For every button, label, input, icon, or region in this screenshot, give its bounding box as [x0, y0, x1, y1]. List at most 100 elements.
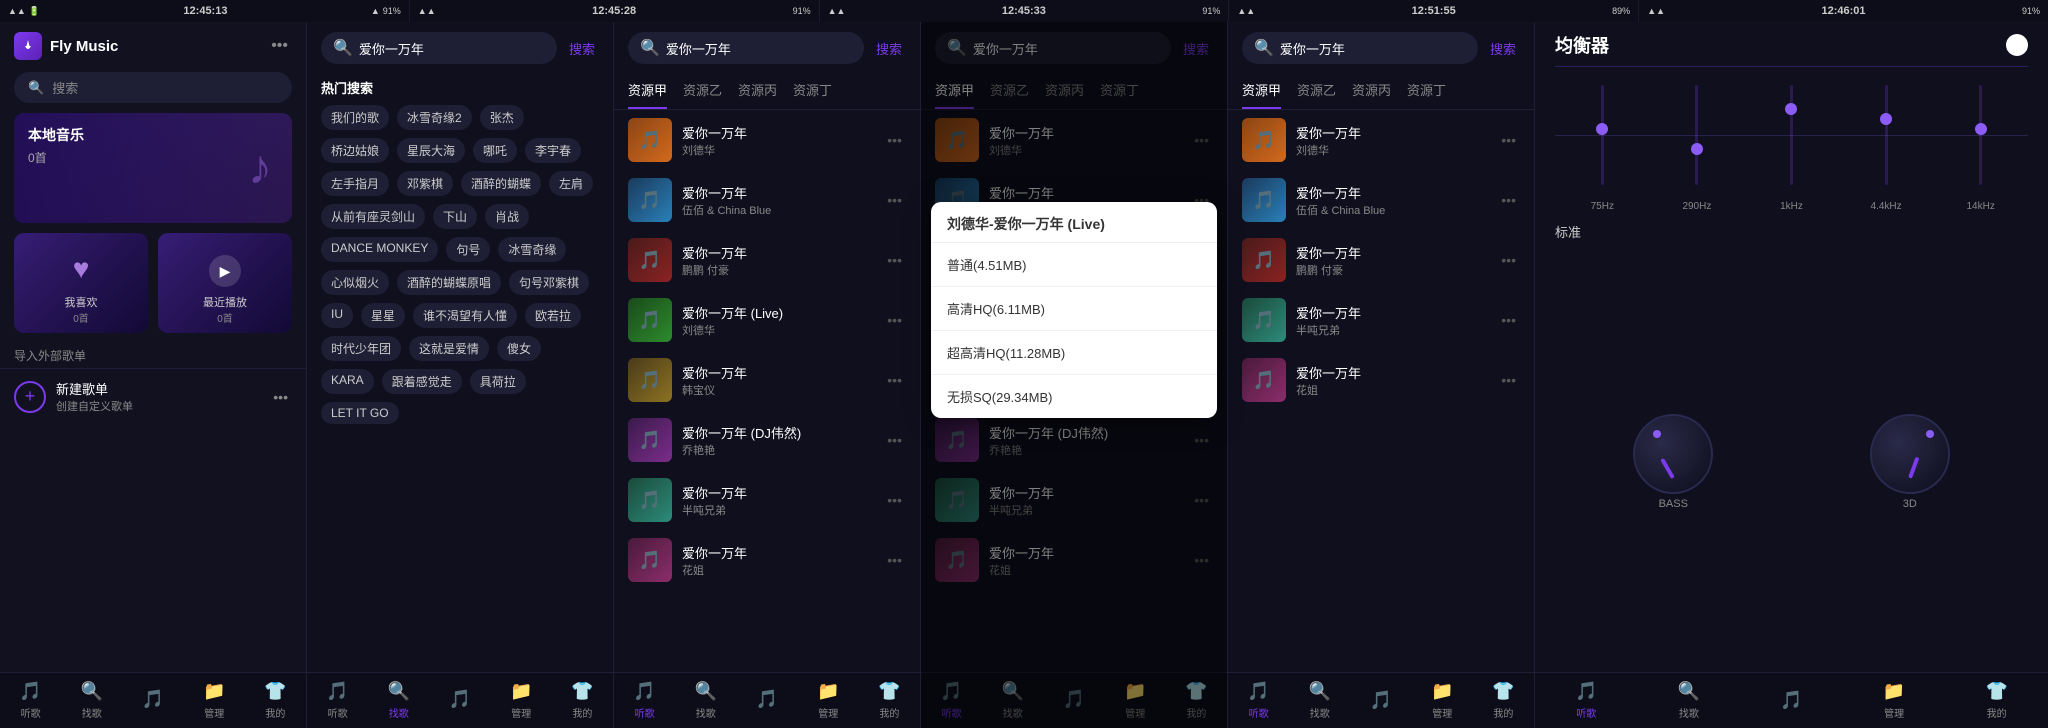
- song-more-button[interactable]: •••: [1497, 248, 1520, 272]
- hot-tag-item[interactable]: 句号: [446, 237, 490, 262]
- search-field-4[interactable]: [973, 41, 1159, 56]
- hot-tag-item[interactable]: 时代少年团: [321, 336, 401, 361]
- search-field-3[interactable]: [666, 41, 852, 56]
- hot-tag-item[interactable]: 具荷拉: [470, 369, 526, 394]
- hot-tag-item[interactable]: 酒醉的蝴蝶: [461, 171, 541, 196]
- song-more-button[interactable]: •••: [883, 428, 906, 452]
- nav-listen-3[interactable]: 🎵 听歌: [614, 677, 675, 724]
- song-item[interactable]: 🎵爱你一万年 (DJ伟然)乔艳艳•••: [614, 410, 920, 470]
- song-item[interactable]: 🎵爱你一万年花姐•••: [921, 530, 1227, 590]
- eq-track-3[interactable]: [1790, 85, 1793, 185]
- song-more-button[interactable]: •••: [1497, 368, 1520, 392]
- nav-mine-1[interactable]: 👕 我的: [245, 677, 306, 724]
- nav-listen-eq[interactable]: 🎵 听歌: [1535, 677, 1638, 724]
- tab-资源乙[interactable]: 资源乙: [683, 80, 722, 109]
- hot-tag-item[interactable]: 左肩: [549, 171, 593, 196]
- song-more-button[interactable]: •••: [883, 488, 906, 512]
- hot-tag-item[interactable]: IU: [321, 303, 353, 328]
- tab-资源乙[interactable]: 资源乙: [1297, 80, 1336, 109]
- import-playlist[interactable]: 导入外部歌单: [0, 343, 306, 368]
- nav-manage-eq[interactable]: 📁 管理: [1843, 677, 1946, 724]
- nav-manage-4[interactable]: 📁 管理: [1105, 677, 1166, 724]
- hot-tag-item[interactable]: 肖战: [485, 204, 529, 229]
- nav-listen-1[interactable]: 🎵 听歌: [0, 677, 61, 724]
- nav-find-2[interactable]: 🔍 找歌: [368, 677, 429, 724]
- eq-track-4[interactable]: [1885, 85, 1888, 185]
- song-more-button[interactable]: •••: [883, 308, 906, 332]
- search-field-2[interactable]: [359, 41, 545, 56]
- tab-资源丁[interactable]: 资源丁: [1407, 80, 1446, 109]
- song-item[interactable]: 🎵爱你一万年刘德华•••: [1228, 110, 1534, 170]
- tab-资源丙[interactable]: 资源丙: [1352, 80, 1391, 109]
- song-item[interactable]: 🎵爱你一万年伍佰 & China Blue•••: [614, 170, 920, 230]
- nav-listen-2[interactable]: 🎵 听歌: [307, 677, 368, 724]
- hot-tag-item[interactable]: 我们的歌: [321, 105, 389, 130]
- hot-tag-item[interactable]: 欧若拉: [525, 303, 581, 328]
- hot-tag-item[interactable]: 下山: [433, 204, 477, 229]
- song-item[interactable]: 🎵爱你一万年半吨兄弟•••: [1228, 290, 1534, 350]
- local-music-card[interactable]: ♪ 本地音乐 0首: [14, 113, 292, 223]
- hot-tag-item[interactable]: 邓紫棋: [397, 171, 453, 196]
- nav-manage-1[interactable]: 📁 管理: [184, 677, 245, 724]
- recent-playlist[interactable]: ▶ 最近播放 0首: [158, 233, 292, 333]
- quality-option-normal[interactable]: 普通(4.51MB): [931, 243, 1217, 287]
- eq-thumb-4[interactable]: [1880, 113, 1892, 125]
- search-field-5[interactable]: [1280, 41, 1466, 56]
- song-item[interactable]: 🎵爱你一万年半吨兄弟•••: [614, 470, 920, 530]
- tab-资源丁[interactable]: 资源丁: [793, 80, 832, 109]
- nav-find-4[interactable]: 🔍 找歌: [982, 677, 1043, 724]
- eq-thumb-5[interactable]: [1975, 123, 1987, 135]
- search-input-4[interactable]: 🔍: [935, 32, 1171, 64]
- hot-tag-item[interactable]: DANCE MONKEY: [321, 237, 438, 262]
- tab-资源乙[interactable]: 资源乙: [990, 80, 1029, 109]
- nav-mine-eq[interactable]: 👕 我的: [1945, 677, 2048, 724]
- nav-manage-2[interactable]: 📁 管理: [491, 677, 552, 724]
- nav-listen-4[interactable]: 🎵 听歌: [921, 677, 982, 724]
- hot-tag-item[interactable]: 李宇春: [525, 138, 581, 163]
- song-item[interactable]: 🎵爱你一万年刘德华•••: [614, 110, 920, 170]
- eq-track-2[interactable]: [1695, 85, 1698, 185]
- nav-logo-3[interactable]: 🎵: [736, 685, 797, 717]
- more-options-button[interactable]: •••: [267, 33, 292, 59]
- hot-tag-item[interactable]: 冰雪奇缘2: [397, 105, 472, 130]
- nav-listen-5[interactable]: 🎵 听歌: [1228, 677, 1289, 724]
- new-playlist-button[interactable]: + 新建歌单 创建自定义歌单 •••: [0, 368, 306, 424]
- hot-tag-item[interactable]: 桥边姑娘: [321, 138, 389, 163]
- search-button-4[interactable]: 搜索: [1179, 39, 1213, 58]
- hot-tag-item[interactable]: 左手指月: [321, 171, 389, 196]
- eq-thumb-1[interactable]: [1596, 123, 1608, 135]
- bass-knob[interactable]: [1633, 414, 1713, 494]
- hot-tag-item[interactable]: 冰雪奇缘: [498, 237, 566, 262]
- song-item[interactable]: 🎵爱你一万年 (Live)刘德华•••: [614, 290, 920, 350]
- song-item[interactable]: 🎵爱你一万年 (DJ伟然)乔艳艳•••: [921, 410, 1227, 470]
- search-input-5[interactable]: 🔍: [1242, 32, 1478, 64]
- favorites-playlist[interactable]: ♥ 我喜欢 0首: [14, 233, 148, 333]
- nav-manage-3[interactable]: 📁 管理: [798, 677, 859, 724]
- song-item[interactable]: 🎵爱你一万年韩宝仪•••: [614, 350, 920, 410]
- hot-tag-item[interactable]: 星星: [361, 303, 405, 328]
- hot-tag-item[interactable]: 张杰: [480, 105, 524, 130]
- song-item[interactable]: 🎵爱你一万年伍佰 & China Blue•••: [1228, 170, 1534, 230]
- nav-find-3[interactable]: 🔍 找歌: [675, 677, 736, 724]
- eq-track-1[interactable]: [1601, 85, 1604, 185]
- song-more-button[interactable]: •••: [1190, 548, 1213, 572]
- nav-find-5[interactable]: 🔍 找歌: [1289, 677, 1350, 724]
- quality-option-hq[interactable]: 高清HQ(6.11MB): [931, 287, 1217, 331]
- nav-logo-eq[interactable]: 🎵: [1740, 686, 1843, 715]
- nav-mine-2[interactable]: 👕 我的: [552, 677, 613, 724]
- hot-tag-item[interactable]: 心似烟火: [321, 270, 389, 295]
- song-more-button[interactable]: •••: [1190, 428, 1213, 452]
- tab-资源甲[interactable]: 资源甲: [1242, 80, 1281, 109]
- song-more-button[interactable]: •••: [883, 548, 906, 572]
- song-more-button[interactable]: •••: [883, 368, 906, 392]
- 3d-knob[interactable]: [1870, 414, 1950, 494]
- hot-tag-item[interactable]: 酒醉的蝴蝶原唱: [397, 270, 501, 295]
- hot-tag-item[interactable]: LET IT GO: [321, 402, 399, 424]
- song-item[interactable]: 🎵爱你一万年花姐•••: [1228, 350, 1534, 410]
- song-more-button[interactable]: •••: [1190, 128, 1213, 152]
- song-item[interactable]: 🎵爱你一万年半吨兄弟•••: [921, 470, 1227, 530]
- song-more-button[interactable]: •••: [883, 188, 906, 212]
- nav-logo-4[interactable]: 🎵: [1043, 685, 1104, 717]
- nav-mine-5[interactable]: 👕 我的: [1473, 677, 1534, 724]
- nav-logo-1[interactable]: 🎵: [122, 685, 183, 717]
